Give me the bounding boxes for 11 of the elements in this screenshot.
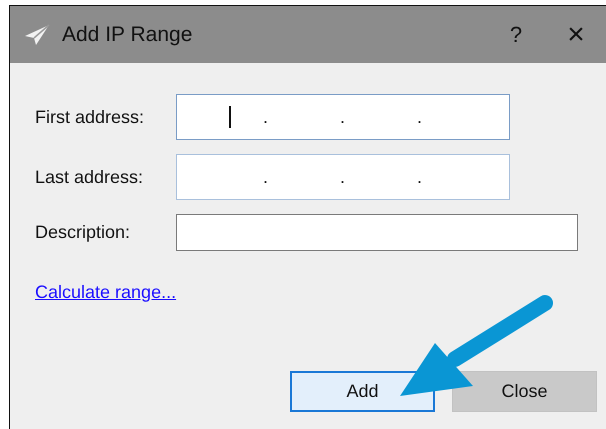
calculate-range-link[interactable]: Calculate range... xyxy=(35,282,176,303)
ip-address-field[interactable]: . . . xyxy=(176,94,510,140)
add-button[interactable]: Add xyxy=(290,371,435,412)
ip-address-field[interactable]: . . . xyxy=(176,154,510,200)
close-dialog-button[interactable]: Close xyxy=(452,371,597,412)
field-label: Description: xyxy=(35,222,132,243)
close-button[interactable]: × xyxy=(546,14,606,54)
field-label: First address: xyxy=(35,106,146,128)
window-title: Add IP Range xyxy=(62,22,194,46)
help-button[interactable]: ? xyxy=(486,14,546,54)
field-label: Last address: xyxy=(35,166,144,188)
